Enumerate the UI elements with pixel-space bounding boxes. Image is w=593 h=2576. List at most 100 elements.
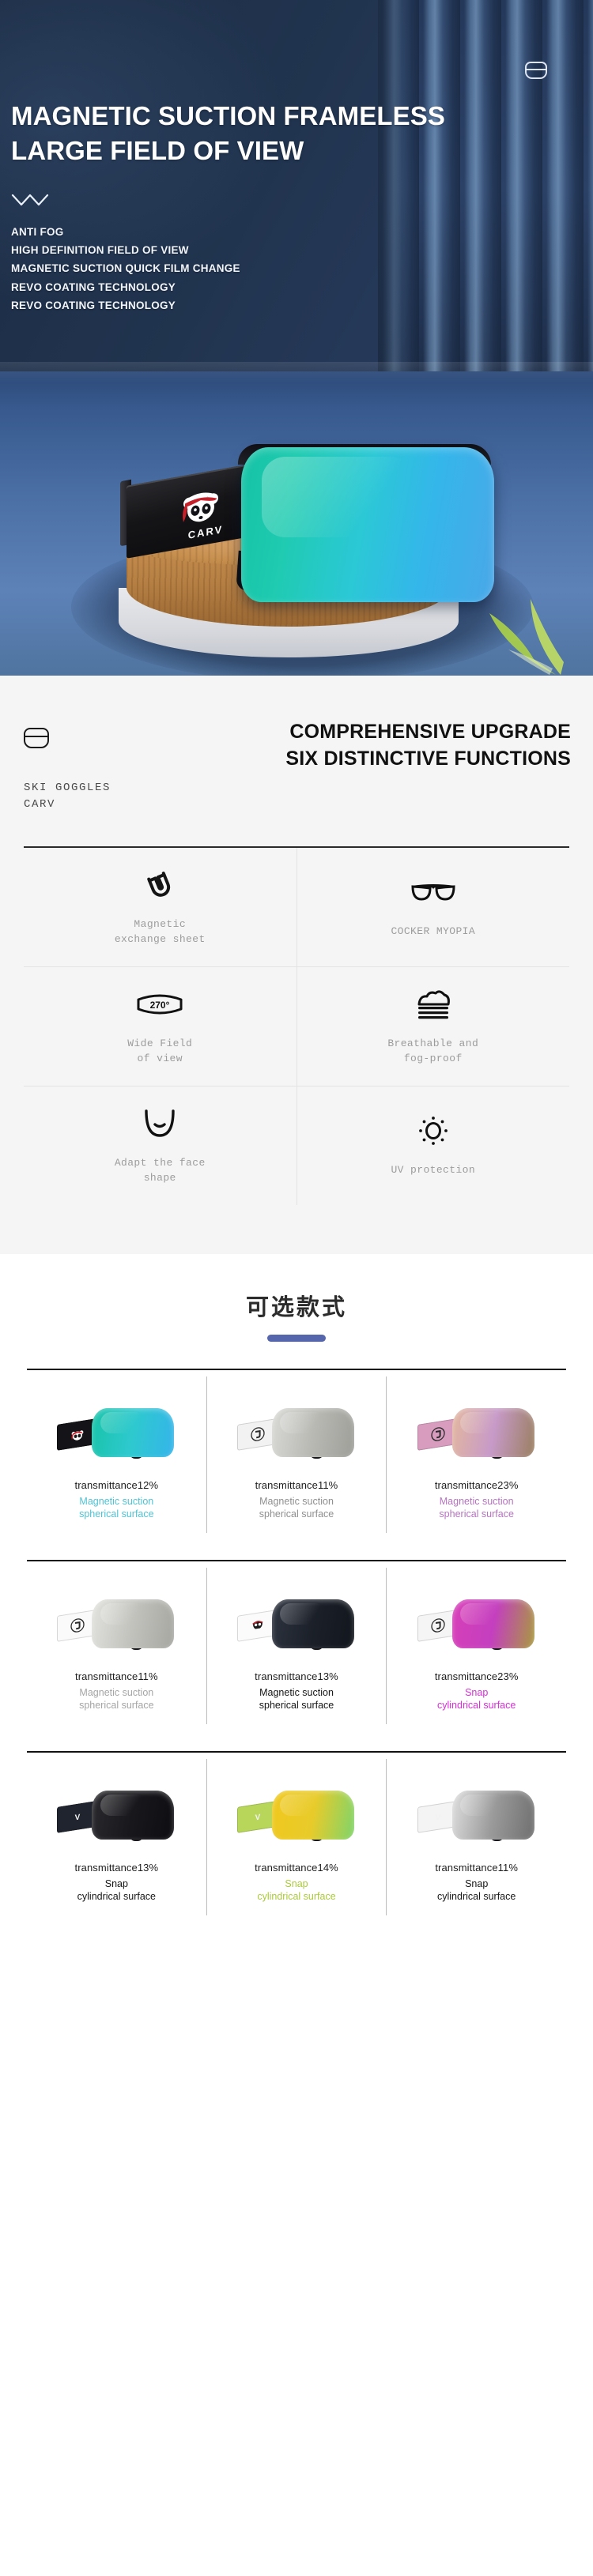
product-row-items: transmittance11% Magnetic suction spheric… bbox=[27, 1561, 566, 1724]
svg-text:V: V bbox=[75, 1813, 81, 1822]
product-thumbnail bbox=[393, 1388, 560, 1474]
product-card[interactable]: Vtransmittance11% Snap cylindrical surfac… bbox=[386, 1758, 566, 1915]
goggle-lens bbox=[272, 1790, 354, 1840]
carv-text-logo: V bbox=[70, 1807, 85, 1825]
features-heading-line-2: SIX DISTINCTIVE FUNCTIONS bbox=[285, 748, 571, 770]
hero-banner: MAGNETIC SUCTION FRAMELESS LARGE FIELD O… bbox=[0, 0, 593, 676]
goggle-lens bbox=[92, 1407, 175, 1457]
breathable-icon bbox=[417, 990, 450, 1019]
product-thumbnail bbox=[213, 1388, 380, 1474]
features-section: SKI GOGGLES CARV COMPREHENSIVE UPGRADE S… bbox=[0, 676, 593, 1254]
transmittance-label: transmittance11% bbox=[74, 1670, 158, 1682]
goggle-lens bbox=[92, 1790, 175, 1840]
hero-title-line-1: MAGNETIC SUCTION FRAMELESS bbox=[11, 101, 445, 130]
hero-title-line-2: LARGE FIELD OF VIEW bbox=[11, 135, 304, 165]
carv-text-logo: V bbox=[250, 1807, 266, 1825]
feature-item-uv-protection: UV protection bbox=[296, 1086, 570, 1205]
goggle-illustration bbox=[57, 1591, 176, 1653]
feature-label: Wide Field of view bbox=[127, 1037, 193, 1064]
page-title: MAGNETIC SUCTION FRAMELESS LARGE FIELD O… bbox=[11, 99, 593, 168]
product-surface-label: Snap cylindrical surface bbox=[257, 1877, 336, 1902]
product-thumbnail bbox=[33, 1579, 200, 1666]
hero-bullet: REVO COATING TECHNOLOGY bbox=[11, 281, 176, 293]
feature-item-magnetic-exchange: Magnetic exchange sheet bbox=[24, 848, 296, 966]
hero-bullet: ANTI FOG bbox=[11, 226, 64, 238]
goggle-lens bbox=[451, 1790, 534, 1840]
transmittance-label: transmittance11% bbox=[255, 1478, 338, 1491]
feature-item-cocker-myopia: COCKER MYOPIA bbox=[296, 847, 570, 966]
goggle-lens bbox=[272, 1599, 354, 1648]
product-thumbnail: V bbox=[393, 1770, 560, 1857]
sun-icon bbox=[418, 1117, 448, 1146]
foreground-plant bbox=[489, 599, 564, 675]
goggle-illustration bbox=[417, 1400, 536, 1462]
goggle-illustration bbox=[57, 1400, 176, 1462]
feature-label: Adapt the face shape bbox=[114, 1156, 206, 1184]
product-row: transmittance11% Magnetic suction spheric… bbox=[27, 1559, 566, 1724]
styles-heading: 可选款式 bbox=[245, 1294, 347, 1320]
product-card[interactable]: transmittance23% Snap cylindrical surface bbox=[386, 1567, 566, 1724]
product-card[interactable]: transmittance23% Magnetic suction spheric… bbox=[386, 1376, 566, 1533]
features-heading: COMPREHENSIVE UPGRADE SIX DISTINCTIVE FU… bbox=[182, 714, 571, 772]
product-thumbnail: V bbox=[213, 1770, 380, 1857]
product-row-items: Vtransmittance13% Snap cylindrical surfac… bbox=[27, 1753, 566, 1915]
product-row: Vtransmittance13% Snap cylindrical surfac… bbox=[27, 1750, 566, 1915]
feature-item-face-shape: Adapt the face shape bbox=[24, 1087, 296, 1205]
product-surface-label: Snap cylindrical surface bbox=[437, 1877, 516, 1902]
feature-item-breathable: Breathable and fog-proof bbox=[296, 966, 570, 1086]
feature-label: Magnetic exchange sheet bbox=[114, 917, 206, 945]
features-grid: Magnetic exchange sheet COCKER MYOPIA 27… bbox=[24, 847, 570, 1205]
carv-roundel-logo bbox=[250, 1425, 266, 1443]
hero-feature-list: ANTI FOG HIGH DEFINITION FIELD OF VIEW M… bbox=[11, 223, 422, 314]
product-card[interactable]: Vtransmittance13% Snap cylindrical surfac… bbox=[27, 1759, 206, 1915]
transmittance-label: transmittance11% bbox=[435, 1861, 519, 1874]
goggle-illustration: V bbox=[57, 1783, 176, 1844]
product-rows: transmittance12% Magnetic suction spheric… bbox=[0, 1368, 593, 1915]
heading-accent-bar bbox=[267, 1334, 326, 1342]
product-card[interactable]: transmittance11% Magnetic suction spheric… bbox=[27, 1568, 206, 1724]
skull-logo bbox=[250, 1616, 266, 1634]
styles-section: 可选款式 transmittance12% Magnetic suction sp… bbox=[0, 1253, 593, 1939]
transmittance-label: transmittance14% bbox=[255, 1861, 338, 1874]
product-surface-label: Magnetic suction spherical surface bbox=[439, 1495, 514, 1520]
transmittance-label: transmittance23% bbox=[434, 1670, 519, 1682]
carv-roundel-logo bbox=[430, 1616, 446, 1634]
carv-text-logo: V bbox=[430, 1807, 446, 1825]
feature-label: Breathable and fog-proof bbox=[387, 1037, 479, 1064]
features-heading-line-1: COMPREHENSIVE UPGRADE bbox=[289, 721, 571, 743]
wave-divider-icon bbox=[11, 194, 49, 206]
hero-bullet: HIGH DEFINITION FIELD OF VIEW bbox=[11, 244, 189, 257]
product-surface-label: Magnetic suction spherical surface bbox=[79, 1495, 154, 1520]
carv-roundel-logo bbox=[430, 1425, 446, 1443]
brand-line-1: SKI GOGGLES bbox=[24, 781, 111, 794]
product-surface-label: Magnetic suction spherical surface bbox=[259, 1495, 334, 1520]
product-thumbnail: V bbox=[33, 1770, 200, 1857]
carv-roundel-logo bbox=[70, 1616, 85, 1634]
goggle-case-icon bbox=[525, 62, 547, 79]
product-card[interactable]: transmittance13% Magnetic suction spheric… bbox=[206, 1567, 387, 1724]
product-surface-label: Snap cylindrical surface bbox=[77, 1877, 156, 1902]
wide-view-icon: 270° bbox=[137, 994, 183, 1015]
brand-block: SKI GOGGLES CARV bbox=[24, 714, 182, 813]
product-row-items: transmittance12% Magnetic suction spheric… bbox=[27, 1370, 566, 1533]
product-thumbnail bbox=[213, 1579, 380, 1666]
goggle-illustration bbox=[237, 1400, 356, 1462]
hero-bullet: REVO COATING TECHNOLOGY bbox=[11, 299, 176, 311]
product-card[interactable]: Vtransmittance14% Snap cylindrical surfac… bbox=[206, 1758, 387, 1915]
svg-text:V: V bbox=[255, 1813, 261, 1822]
panda-ninja-logo bbox=[70, 1425, 85, 1443]
product-card[interactable]: transmittance12% Magnetic suction spheric… bbox=[27, 1377, 206, 1533]
feature-label: UV protection bbox=[391, 1164, 476, 1177]
product-surface-label: Magnetic suction spherical surface bbox=[79, 1686, 154, 1711]
hero-product-photo: CARV bbox=[43, 433, 564, 676]
face-shape-icon bbox=[145, 1109, 175, 1137]
product-surface-label: Snap cylindrical surface bbox=[437, 1686, 516, 1711]
product-card[interactable]: transmittance11% Magnetic suction spheric… bbox=[206, 1376, 387, 1533]
product-row: transmittance12% Magnetic suction spheric… bbox=[27, 1368, 566, 1533]
eyeglasses-icon bbox=[411, 884, 455, 901]
product-thumbnail bbox=[393, 1579, 560, 1666]
goggle-lens bbox=[92, 1599, 175, 1648]
goggle-lens bbox=[451, 1599, 534, 1648]
product-thumbnail bbox=[33, 1388, 200, 1474]
hero-light-sheen bbox=[0, 0, 411, 379]
